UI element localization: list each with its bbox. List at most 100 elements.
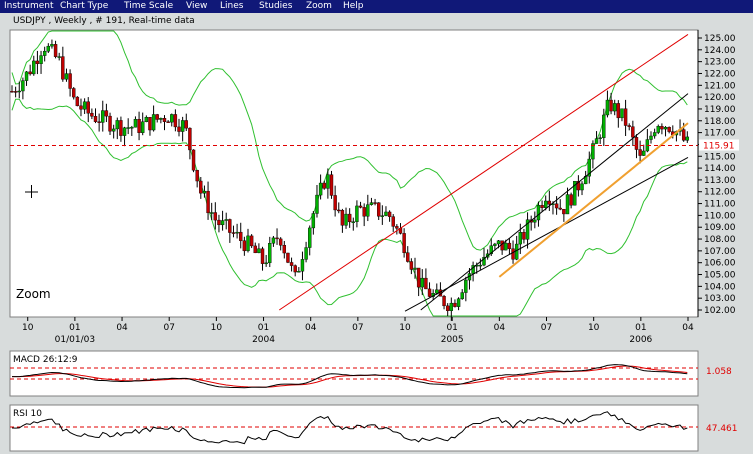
candle-body — [246, 235, 250, 252]
candle-body — [39, 55, 43, 64]
rsi-panel[interactable]: RSI 10 47.461 — [9, 404, 738, 452]
candle-body — [544, 200, 548, 208]
price-tick-label: 102.00 — [704, 306, 736, 316]
candle-body — [82, 101, 87, 110]
candle-body — [358, 205, 363, 208]
candle-body — [64, 73, 69, 80]
candle-body — [620, 108, 624, 119]
menu-help[interactable]: Help — [343, 0, 364, 13]
time-month-label: 04 — [116, 323, 128, 333]
candle-body — [445, 305, 450, 311]
candle-body — [594, 138, 599, 144]
main-price-panel[interactable]: USDJPY , Weekly , # 191, Real-time data … — [9, 16, 699, 321]
candle-body — [355, 205, 359, 222]
candle-body — [605, 99, 610, 116]
candle-body — [540, 204, 544, 208]
candle-body — [228, 219, 232, 233]
candle-body — [511, 248, 515, 260]
candle-body — [304, 247, 308, 260]
candle-body — [10, 91, 14, 93]
candle-body — [362, 207, 366, 217]
time-month-label: 04 — [305, 323, 317, 333]
price-plot-area[interactable] — [9, 29, 699, 318]
candle-body — [384, 211, 388, 216]
time-month-label: 04 — [682, 323, 694, 333]
candle-body — [151, 114, 156, 131]
candle-body — [17, 90, 21, 93]
time-month-label: 10 — [399, 323, 411, 333]
candle-body — [217, 219, 221, 226]
candle-body — [199, 180, 203, 194]
candle-body — [202, 190, 207, 194]
menu-view[interactable]: View — [186, 0, 207, 13]
zoom-label: Zoom — [16, 287, 51, 301]
menu-studies[interactable]: Studies — [259, 0, 292, 13]
candle-body — [623, 108, 628, 126]
candle-body — [72, 88, 76, 98]
macd-panel[interactable]: MACD 26:12:9 1.058 — [9, 350, 732, 397]
macd-value-label: 1.058 — [706, 367, 732, 377]
candle-body — [565, 194, 570, 215]
macd-plot-area[interactable] — [9, 350, 699, 397]
candle-body — [478, 264, 483, 267]
candle-body — [627, 125, 631, 127]
candle-body — [402, 233, 406, 253]
price-tick-label: 122.00 — [704, 69, 736, 79]
candle-body — [242, 240, 247, 252]
candle-body — [133, 118, 138, 128]
menu-time-scale[interactable]: Time Scale — [124, 0, 173, 13]
price-tick-label: 125.00 — [704, 34, 736, 44]
candle-body — [656, 126, 660, 133]
candle-body — [162, 118, 167, 122]
menu-instrument[interactable]: Instrument — [4, 0, 54, 13]
candle-body — [616, 103, 621, 119]
candle-body — [518, 232, 522, 245]
candle-body — [558, 207, 562, 210]
candle-body — [115, 120, 119, 130]
candle-body — [111, 128, 116, 132]
candle-body — [289, 262, 294, 266]
candle-body — [177, 126, 181, 132]
time-year-label: 2004 — [252, 335, 275, 345]
candle-body — [220, 220, 225, 226]
candle-body — [322, 182, 326, 189]
menu-chart-type[interactable]: Chart Type — [60, 0, 108, 13]
candle-body — [195, 169, 199, 182]
menu-zoom[interactable]: Zoom — [306, 0, 332, 13]
candle-body — [315, 194, 319, 214]
candle-body — [184, 120, 188, 129]
candle-body — [522, 232, 526, 240]
candle-body — [569, 194, 573, 206]
candle-body — [155, 114, 159, 120]
candle-body — [260, 248, 265, 264]
candle-body — [126, 127, 130, 129]
menu-lines[interactable]: Lines — [220, 0, 243, 13]
candle-body — [42, 50, 47, 56]
candle-body — [53, 44, 58, 57]
candle-body — [435, 289, 439, 294]
candle-body — [209, 212, 214, 214]
candle-body — [337, 209, 341, 212]
price-tick-label: 121.00 — [704, 81, 736, 91]
price-tick-label: 111.00 — [704, 200, 736, 210]
candle-body — [275, 237, 279, 240]
candle-body — [213, 212, 218, 221]
time-month-label: 01 — [258, 323, 269, 333]
candle-body — [642, 150, 646, 156]
candle-body — [249, 235, 254, 247]
candle-body — [449, 302, 454, 311]
price-tick-label: 107.00 — [704, 247, 736, 257]
candle-body — [638, 149, 642, 156]
candle-body — [533, 219, 537, 223]
time-month-label: 07 — [352, 323, 363, 333]
candle-body — [326, 174, 330, 189]
price-tick-label: 109.00 — [704, 223, 736, 233]
candle-body — [32, 60, 36, 75]
candle-body — [46, 45, 51, 52]
candle-body — [652, 132, 657, 137]
candle-body — [144, 117, 149, 123]
candle-body — [427, 288, 432, 297]
time-month-label: 07 — [541, 323, 552, 333]
price-tick-label: 114.00 — [704, 164, 736, 174]
candle-body — [347, 213, 352, 223]
